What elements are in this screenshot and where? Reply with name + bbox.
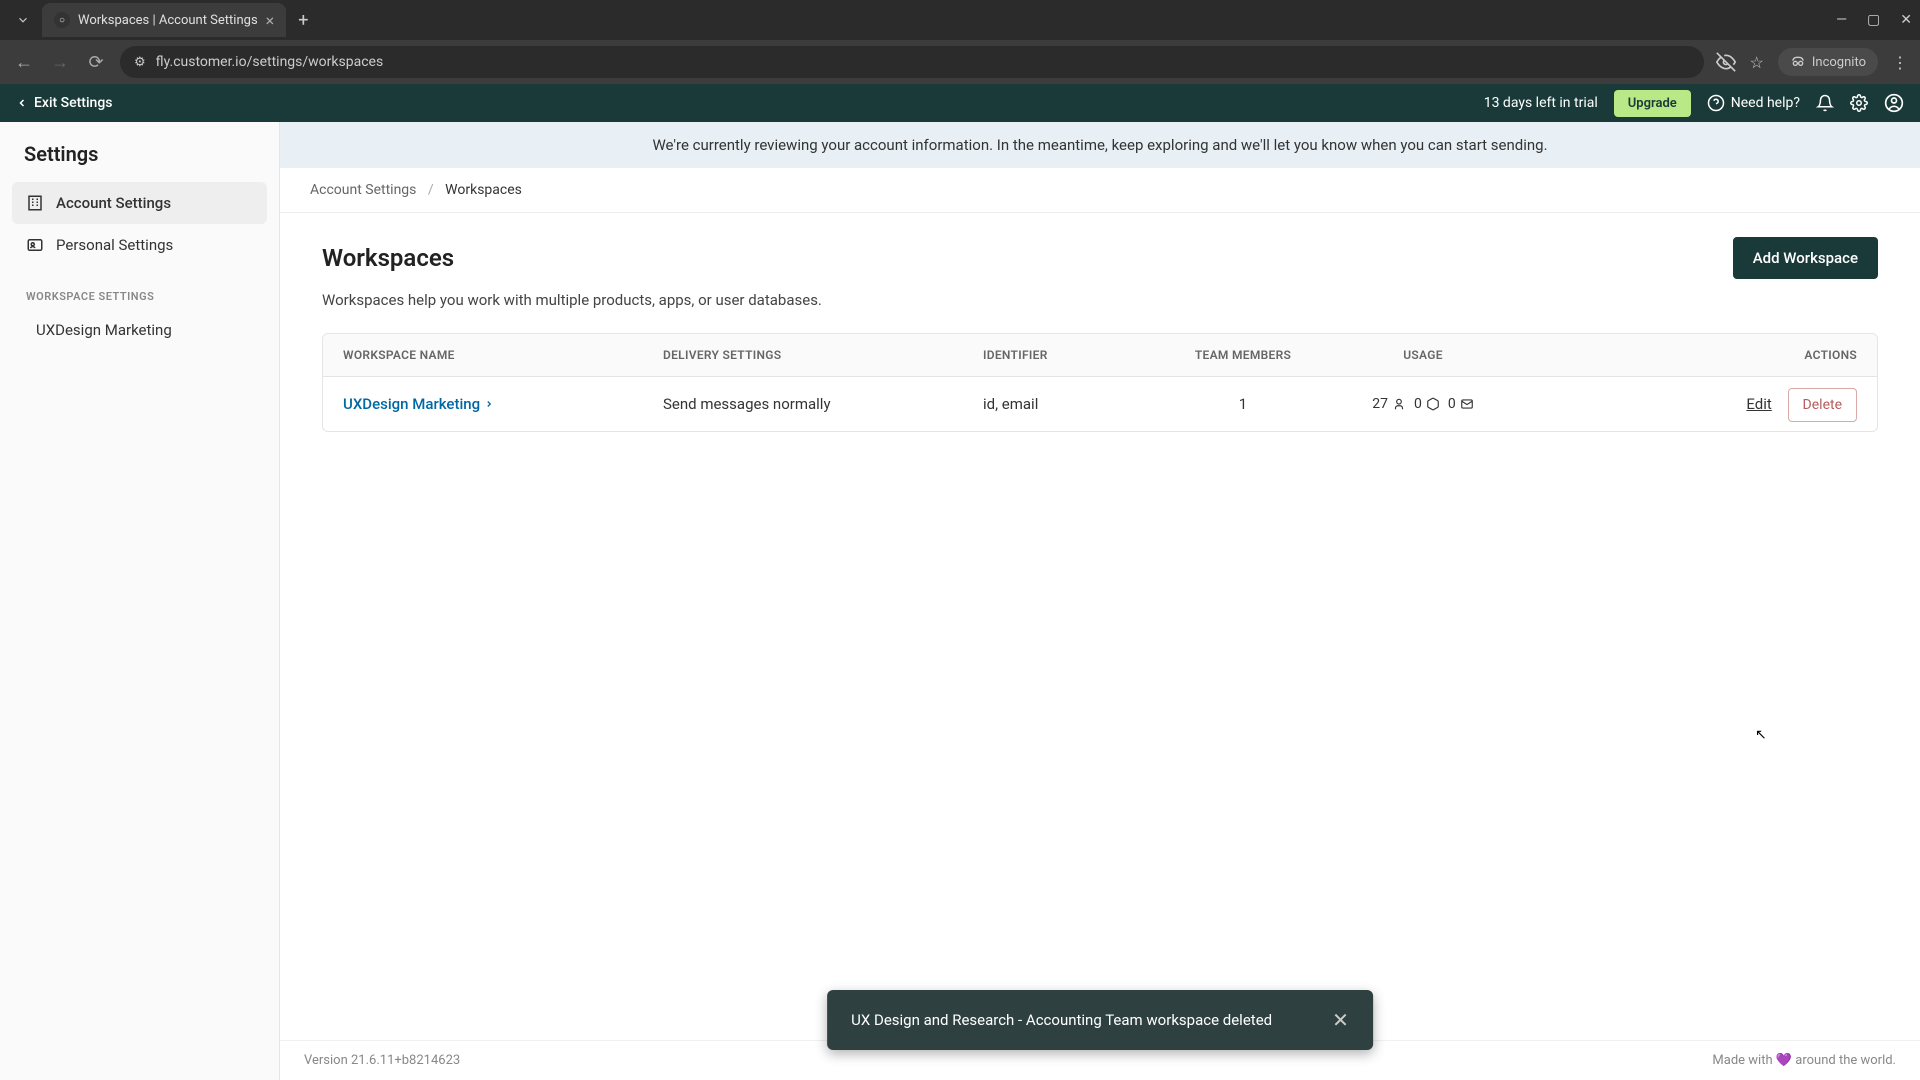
- usage-people-value: 27: [1372, 396, 1388, 412]
- envelope-icon: [1460, 397, 1474, 411]
- breadcrumb: Account Settings / Workspaces: [280, 168, 1920, 213]
- bookmark-icon[interactable]: ☆: [1750, 53, 1764, 72]
- address-bar[interactable]: ⚙ fly.customer.io/settings/workspaces: [120, 46, 1704, 78]
- need-help-link[interactable]: Need help?: [1707, 94, 1800, 112]
- usage-segment-value: 0: [1414, 396, 1422, 412]
- incognito-label: Incognito: [1812, 55, 1866, 70]
- app-container: Exit Settings 13 days left in trial Upgr…: [0, 84, 1920, 1080]
- sidebar-workspace-item[interactable]: UXDesign Marketing: [12, 311, 267, 349]
- made-with-text: Made with 💜 around the world.: [1712, 1053, 1896, 1068]
- toast-message: UX Design and Research - Accounting Team…: [851, 1011, 1272, 1029]
- content-header: Workspaces Add Workspace: [322, 237, 1878, 279]
- toast-notification: UX Design and Research - Accounting Team…: [827, 990, 1373, 1050]
- col-header-usage: USAGE: [1323, 348, 1523, 362]
- main-content: We're currently reviewing your account i…: [280, 122, 1920, 1080]
- minimize-icon[interactable]: —: [1836, 12, 1847, 28]
- breadcrumb-root-link[interactable]: Account Settings: [310, 182, 416, 198]
- sidebar-title: Settings: [12, 142, 267, 182]
- sidebar-item-account-settings[interactable]: Account Settings: [12, 182, 267, 224]
- workspace-name-link[interactable]: UXDesign Marketing: [343, 395, 494, 413]
- tab-close-icon[interactable]: ×: [266, 11, 275, 30]
- window-controls: — ▢ ✕: [1836, 12, 1912, 28]
- chevron-right-icon: [484, 399, 494, 409]
- sidebar: Settings Account Settings Personal Setti…: [0, 122, 280, 1080]
- page-description: Workspaces help you work with multiple p…: [322, 291, 1878, 309]
- info-banner: We're currently reviewing your account i…: [280, 122, 1920, 168]
- heart-icon: 💜: [1776, 1053, 1792, 1068]
- cell-members: 1: [1163, 395, 1323, 413]
- sidebar-section-header: WORKSPACE SETTINGS: [12, 266, 267, 311]
- page-title: Workspaces: [322, 244, 454, 272]
- new-tab-button[interactable]: +: [298, 10, 308, 31]
- sidebar-item-label: Account Settings: [56, 194, 171, 212]
- breadcrumb-current: Workspaces: [445, 182, 522, 198]
- people-icon: [1392, 397, 1406, 411]
- usage-email-stat: 0: [1448, 396, 1474, 412]
- sidebar-item-personal-settings[interactable]: Personal Settings: [12, 224, 267, 266]
- browser-toolbar: ← → ⟳ ⚙ fly.customer.io/settings/workspa…: [0, 40, 1920, 84]
- settings-gear-icon[interactable]: [1850, 94, 1868, 112]
- need-help-label: Need help?: [1731, 95, 1800, 111]
- help-icon: [1707, 94, 1725, 112]
- sidebar-item-label: Personal Settings: [56, 236, 173, 254]
- close-window-icon[interactable]: ✕: [1900, 12, 1912, 28]
- breadcrumb-separator: /: [428, 182, 434, 198]
- tracking-icon[interactable]: [1716, 52, 1736, 72]
- upgrade-button[interactable]: Upgrade: [1614, 90, 1691, 117]
- usage-people-stat: 27: [1372, 396, 1406, 412]
- incognito-icon: [1790, 54, 1806, 70]
- made-with-prefix: Made with: [1712, 1053, 1775, 1068]
- workspaces-table: WORKSPACE NAME DELIVERY SETTINGS IDENTIF…: [322, 333, 1878, 432]
- delete-button[interactable]: Delete: [1788, 388, 1857, 422]
- made-with-suffix: around the world.: [1795, 1053, 1896, 1068]
- col-header-actions: ACTIONS: [1523, 348, 1857, 362]
- chevron-left-icon: [16, 97, 28, 109]
- table-header-row: WORKSPACE NAME DELIVERY SETTINGS IDENTIF…: [323, 334, 1877, 377]
- maximize-icon[interactable]: ▢: [1867, 12, 1880, 28]
- tab-title: Workspaces | Account Settings: [78, 13, 258, 28]
- exit-settings-label: Exit Settings: [34, 95, 112, 111]
- col-header-members: TEAM MEMBERS: [1163, 348, 1323, 362]
- site-info-icon[interactable]: ⚙: [134, 55, 146, 70]
- add-workspace-button[interactable]: Add Workspace: [1733, 237, 1878, 279]
- browser-tab-bar: ○ Workspaces | Account Settings × + — ▢ …: [0, 0, 1920, 40]
- cell-identifier: id, email: [983, 395, 1163, 413]
- version-text: Version 21.6.11+b8214623: [304, 1053, 460, 1068]
- incognito-badge[interactable]: Incognito: [1778, 48, 1878, 76]
- trial-days-text: 13 days left in trial: [1484, 95, 1598, 111]
- menu-icon[interactable]: ⋮: [1892, 53, 1908, 72]
- forward-button[interactable]: →: [48, 52, 72, 73]
- cell-delivery: Send messages normally: [663, 395, 983, 413]
- cube-icon: [1426, 397, 1440, 411]
- back-button[interactable]: ←: [12, 52, 36, 73]
- usage-segment-stat: 0: [1414, 396, 1440, 412]
- col-header-identifier: IDENTIFIER: [983, 348, 1163, 362]
- table-row: UXDesign Marketing Send messages normall…: [323, 377, 1877, 431]
- tab-favicon: ○: [54, 12, 70, 28]
- tab-search-dropdown[interactable]: [8, 5, 38, 35]
- user-avatar-icon[interactable]: [1884, 93, 1904, 113]
- exit-settings-link[interactable]: Exit Settings: [16, 95, 112, 111]
- cell-workspace-name: UXDesign Marketing: [343, 395, 663, 413]
- cell-usage: 27 0: [1323, 396, 1523, 412]
- browser-tab[interactable]: ○ Workspaces | Account Settings ×: [42, 3, 286, 37]
- col-header-name: WORKSPACE NAME: [343, 348, 663, 362]
- col-header-delivery: DELIVERY SETTINGS: [663, 348, 983, 362]
- app-body: Settings Account Settings Personal Setti…: [0, 122, 1920, 1080]
- content-area: Workspaces Add Workspace Workspaces help…: [280, 213, 1920, 1080]
- url-text: fly.customer.io/settings/workspaces: [156, 54, 384, 70]
- toast-close-icon[interactable]: ✕: [1332, 1008, 1349, 1032]
- app-header: Exit Settings 13 days left in trial Upgr…: [0, 84, 1920, 122]
- notification-bell-icon[interactable]: [1816, 94, 1834, 112]
- person-card-icon: [26, 236, 44, 254]
- cell-actions: Edit Delete: [1523, 395, 1857, 413]
- reload-button[interactable]: ⟳: [84, 52, 108, 73]
- usage-email-value: 0: [1448, 396, 1456, 412]
- workspace-name-text: UXDesign Marketing: [343, 395, 480, 413]
- edit-link[interactable]: Edit: [1746, 395, 1771, 413]
- building-icon: [26, 194, 44, 212]
